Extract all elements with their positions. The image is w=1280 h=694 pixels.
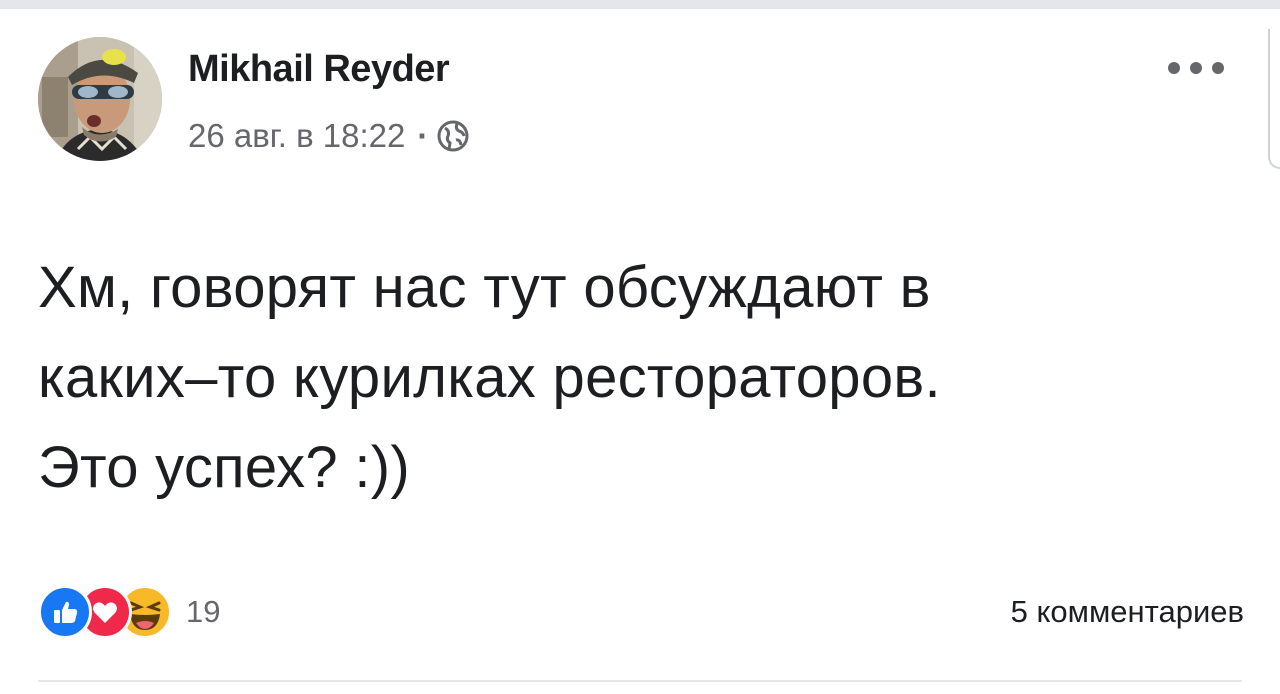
post-meta: 26 авг. в 18:22 · <box>188 116 470 156</box>
top-separator-bar <box>0 0 1280 9</box>
more-dot <box>1212 62 1224 74</box>
post-timestamp[interactable]: 26 авг. в 18:22 <box>188 117 405 155</box>
post-text-line: Это успех? :)) <box>38 435 411 500</box>
more-options-icon[interactable] <box>1168 56 1224 80</box>
footer-divider <box>38 680 1242 682</box>
reaction-count: 19 <box>186 594 221 629</box>
more-dot <box>1190 62 1202 74</box>
post-body: Хм, говорят нас тут обсуждают в каких–то… <box>38 243 1238 513</box>
globe-icon[interactable] <box>436 119 470 153</box>
author-avatar[interactable] <box>38 37 162 161</box>
meta-separator: · <box>417 117 429 154</box>
author-name[interactable]: Mikhail Reyder <box>188 48 450 91</box>
post-text-line: Хм, говорят нас тут обсуждают в <box>38 255 931 320</box>
more-dot <box>1168 62 1180 74</box>
reactions-summary[interactable]: 19 <box>38 585 221 639</box>
next-card-edge <box>1268 29 1280 169</box>
comments-count-link[interactable]: 5 комментариев <box>1011 594 1244 630</box>
like-icon <box>38 585 92 639</box>
post-text-line: каких–то курилках рестораторов. <box>38 345 941 410</box>
avatar-photo <box>38 37 162 161</box>
